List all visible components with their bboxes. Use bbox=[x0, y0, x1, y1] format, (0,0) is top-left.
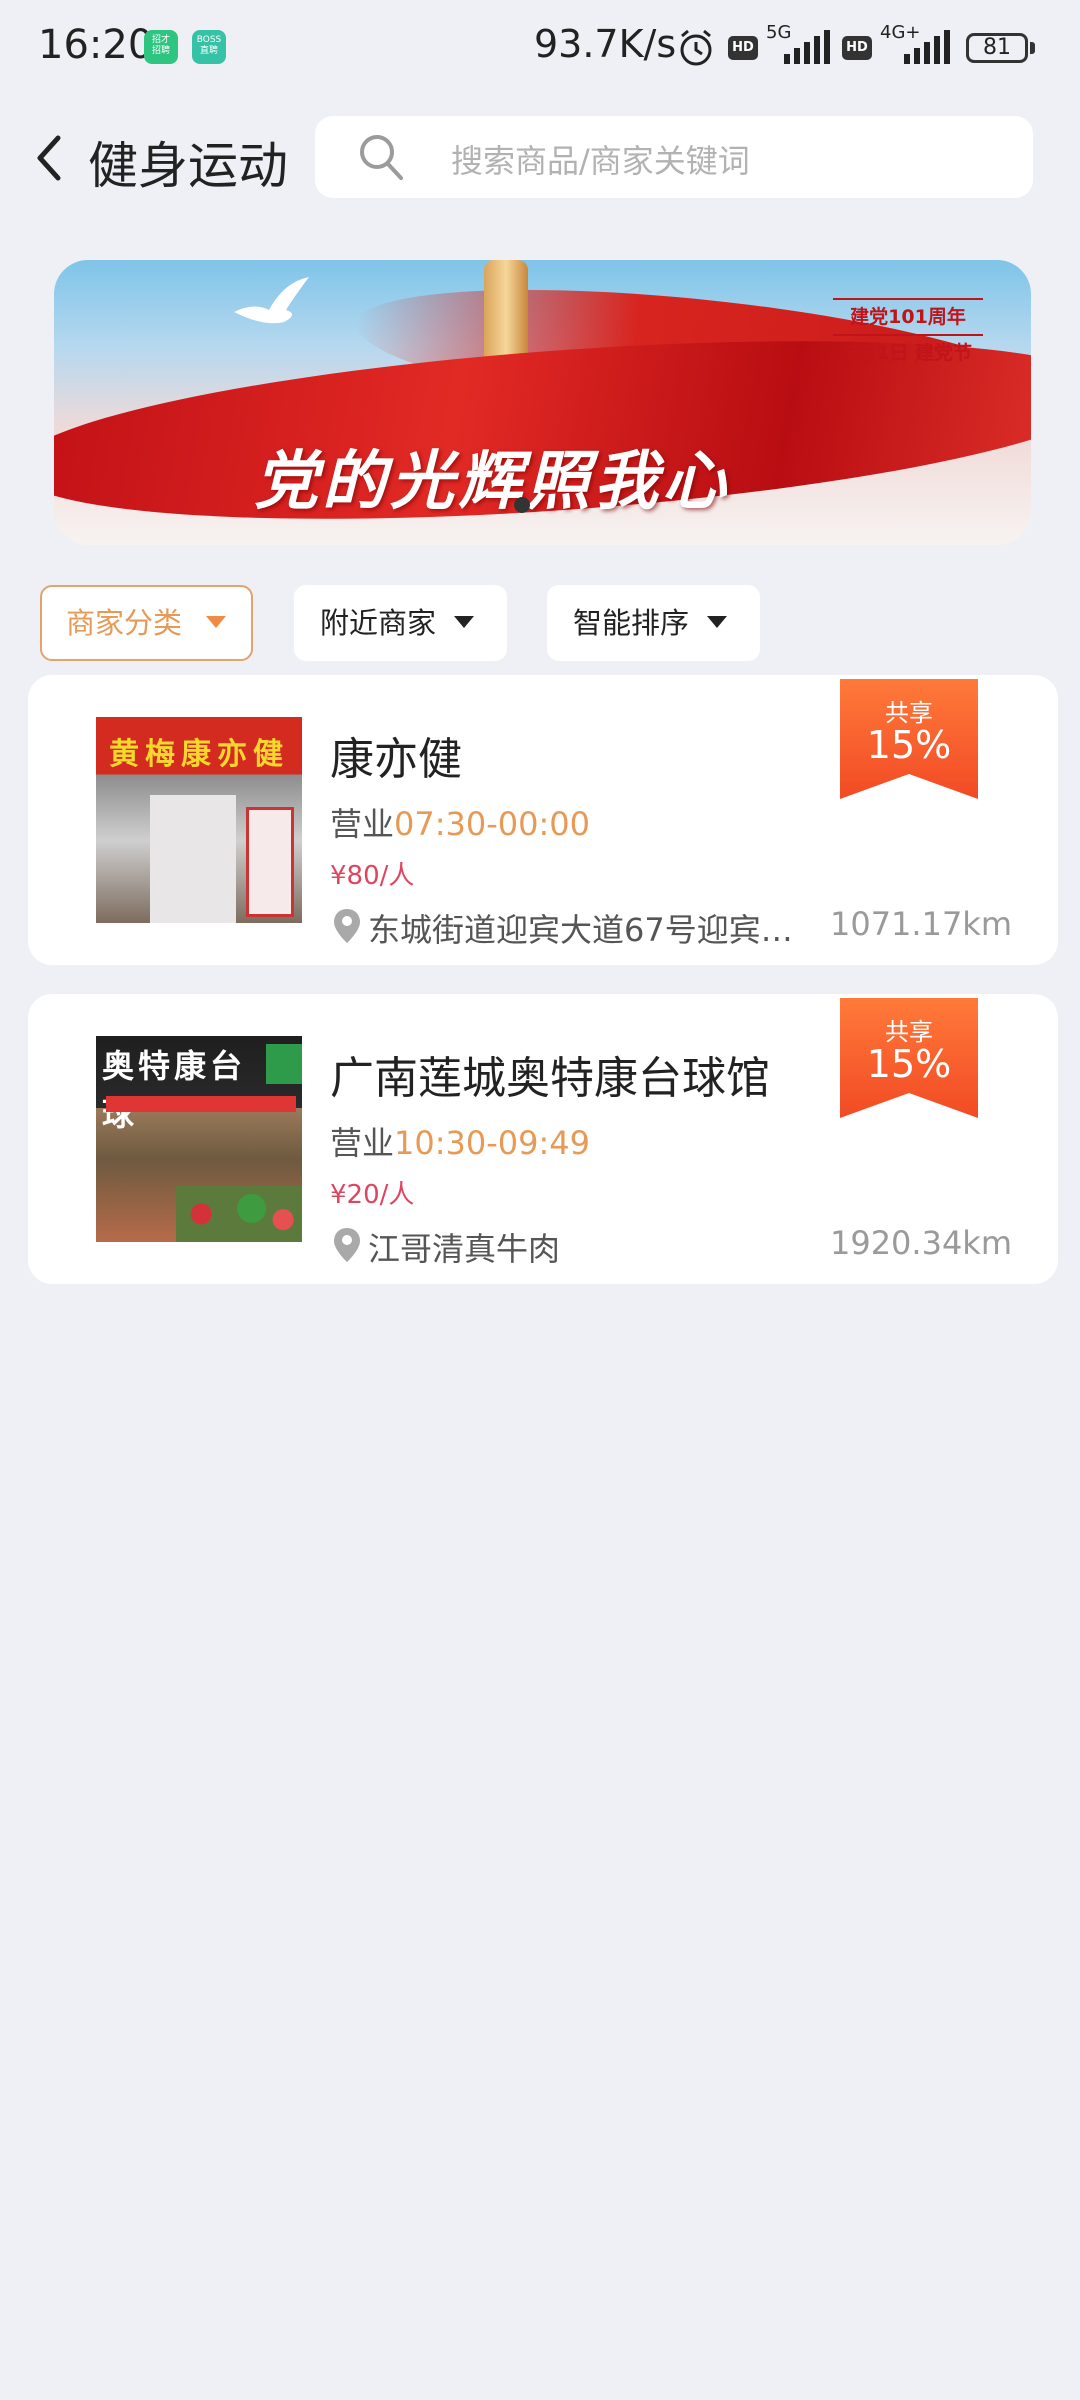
network-speed: 93.7K/s bbox=[534, 22, 677, 66]
merchant-distance: 1071.17km bbox=[829, 905, 1012, 943]
merchant-distance: 1920.34km bbox=[829, 1224, 1012, 1262]
hd-icon: HD bbox=[728, 36, 758, 60]
filter-label: 商家分类 bbox=[66, 606, 183, 640]
search-input[interactable]: 搜索商品/商家关键词 bbox=[315, 116, 1033, 198]
photo-door bbox=[150, 795, 236, 923]
photo-red-strip bbox=[106, 1096, 296, 1112]
banner-slogan: 党的光辉照我心 bbox=[254, 444, 730, 519]
merchant-address: 东城街道迎宾大道67号迎宾… bbox=[368, 911, 793, 949]
caret-down-icon bbox=[454, 616, 474, 628]
dove-icon bbox=[234, 277, 309, 324]
recruit-app-label: 招才 招聘 bbox=[151, 35, 170, 56]
price-per-person: ¥80/人 bbox=[330, 861, 415, 891]
hours-prefix: 营业 bbox=[330, 1124, 395, 1162]
merchant-photo: 奥特康台球 bbox=[96, 1036, 302, 1242]
filter-label: 智能排序 bbox=[573, 606, 690, 640]
merchant-card[interactable]: 奥特康台球 广南莲城奥特康台球馆 营业10:30-09:49 ¥20/人 江哥清… bbox=[28, 994, 1058, 1284]
merchant-name: 康亦健 bbox=[330, 734, 462, 785]
hours-value: 07:30-00:00 bbox=[394, 805, 590, 843]
hd-icon-2: HD bbox=[842, 36, 872, 60]
filter-label: 附近商家 bbox=[320, 606, 437, 640]
filter-smart-sort[interactable]: 智能排序 bbox=[547, 585, 760, 661]
share-percent: 15% bbox=[866, 1042, 952, 1086]
photo-sign-text: 奥特康台球 bbox=[102, 1047, 247, 1133]
battery-cap bbox=[1030, 42, 1035, 54]
back-arrow-icon[interactable] bbox=[30, 130, 70, 186]
merchant-name: 广南莲城奥特康台球馆 bbox=[330, 1053, 770, 1104]
photo-side-sign bbox=[266, 1044, 302, 1084]
business-hours: 营业07:30-00:00 bbox=[330, 799, 590, 845]
hours-prefix: 营业 bbox=[330, 805, 395, 843]
banner-tag-line-2: 7月1日 建党节 bbox=[843, 342, 973, 364]
signal-icon bbox=[784, 30, 830, 64]
alarm-icon bbox=[680, 29, 712, 66]
banner-anniversary-tag: 建党101周年 7月1日 建党节 bbox=[833, 298, 983, 370]
business-hours: 营业10:30-09:49 bbox=[330, 1118, 590, 1164]
photo-sign-text: 黄梅康亦健 bbox=[109, 737, 289, 772]
filter-merchant-category[interactable]: 商家分类 bbox=[40, 585, 253, 661]
banner-dot-active bbox=[514, 497, 530, 513]
price-per-person: ¥20/人 bbox=[330, 1180, 415, 1210]
photo-poster bbox=[246, 807, 294, 917]
recruit-app-icon: 招才 招聘 bbox=[144, 30, 178, 64]
hours-value: 10:30-09:49 bbox=[394, 1124, 590, 1162]
merchant-photo: 黄梅康亦健 bbox=[96, 717, 302, 923]
promo-banner[interactable]: 党的光辉照我心 建党101周年 7月1日 建党节 bbox=[54, 260, 1031, 545]
banner-tag-line-1: 建党101周年 bbox=[833, 298, 983, 336]
location-pin-icon bbox=[334, 1228, 360, 1262]
boss-app-label: BOSS 直聘 bbox=[196, 35, 222, 56]
signal-icon-2 bbox=[904, 30, 950, 64]
photo-flowers bbox=[176, 1186, 302, 1242]
location-pin-icon bbox=[334, 909, 360, 943]
filter-nearby-merchants[interactable]: 附近商家 bbox=[294, 585, 507, 661]
battery-icon: 81 bbox=[966, 33, 1028, 63]
status-time: 16:20 bbox=[38, 22, 154, 68]
page-title: 健身运动 bbox=[88, 137, 288, 195]
status-bar: 16:20 招才 招聘 BOSS 直聘 93.7K/s HD 5G HD 4G+ 8… bbox=[0, 0, 1080, 96]
share-percent: 15% bbox=[866, 723, 952, 767]
search-icon bbox=[360, 135, 403, 180]
caret-down-icon bbox=[206, 616, 226, 628]
merchant-card[interactable]: 黄梅康亦健 康亦健 营业07:30-00:00 ¥80/人 东城街道迎宾大道67… bbox=[28, 675, 1058, 965]
merchant-address: 江哥清真牛肉 bbox=[368, 1230, 561, 1268]
boss-app-icon: BOSS 直聘 bbox=[192, 30, 226, 64]
search-placeholder: 搜索商品/商家关键词 bbox=[451, 142, 750, 180]
caret-down-icon bbox=[707, 616, 727, 628]
